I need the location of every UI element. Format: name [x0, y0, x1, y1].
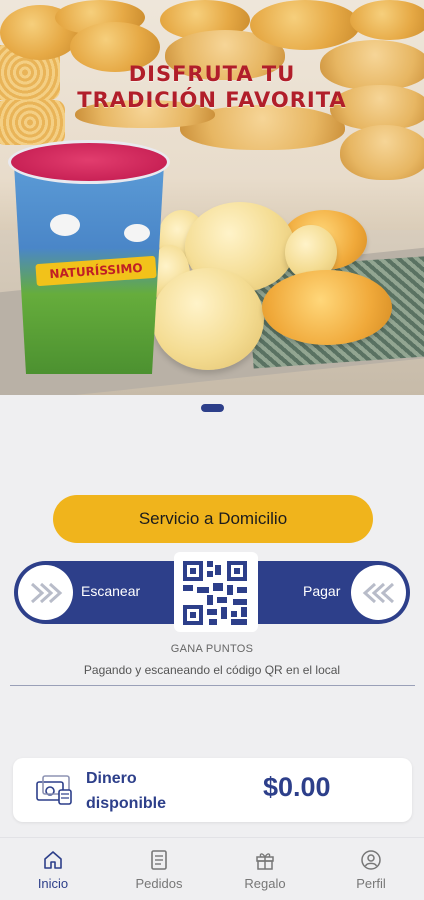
promo-banner[interactable]: NATURÍSSIMO DISFRUTA TU TRADICIÓN FAVORI… [0, 0, 424, 395]
wallet-amount: $0.00 [263, 772, 331, 802]
points-title: GANA PUNTOS [170, 643, 254, 655]
profile-icon [361, 850, 381, 870]
nav-item-pedidos[interactable]: Pedidos [106, 838, 212, 900]
double-chevron-left-icon [351, 565, 406, 620]
nav-label-perfil: Perfil [356, 876, 386, 891]
cup-cloud [124, 224, 150, 242]
banner-headline-line1: DISFRUTA TU [128, 62, 296, 86]
points-subtitle: Pagando y escaneando el código QR en el … [83, 663, 341, 677]
double-chevron-right-icon [18, 565, 73, 620]
banner-empanada [340, 125, 424, 180]
gift-icon [256, 853, 274, 870]
juice-cup: NATURÍSSIMO [8, 140, 170, 376]
delivery-button[interactable]: Servicio a Domicilio [53, 495, 373, 543]
nav-label-regalo: Regalo [244, 876, 286, 891]
banner-arepa [262, 270, 392, 345]
banner-headline-line2: TRADICIÓN FAVORITA [77, 88, 347, 112]
pay-button[interactable]: Pagar [258, 561, 410, 624]
cup-brand-logo: NATURÍSSIMO [35, 255, 157, 287]
scan-label: Escanear [81, 583, 141, 599]
qr-code-button[interactable] [174, 552, 258, 632]
cup-lid [8, 140, 170, 184]
banner-pastry [250, 0, 360, 50]
wallet-label: Dinero disponible [86, 770, 166, 812]
cup-cloud [50, 214, 80, 236]
carousel-indicator[interactable] [201, 404, 224, 412]
bottom-nav: Inicio Pedidos Regalo Perfil [0, 837, 424, 900]
wallet-card[interactable]: Dinero disponible $0.00 [13, 758, 412, 822]
orders-icon [151, 850, 167, 870]
scan-button[interactable]: Escanear [14, 561, 174, 624]
money-icon [36, 775, 72, 805]
cup-body: NATURÍSSIMO [14, 164, 164, 374]
nav-label-pedidos: Pedidos [135, 876, 183, 891]
nav-item-inicio[interactable]: Inicio [0, 838, 106, 900]
home-icon [44, 851, 62, 869]
divider [10, 685, 415, 686]
nav-item-perfil[interactable]: Perfil [318, 838, 424, 900]
pay-label: Pagar [303, 583, 341, 599]
banner-pastry [350, 0, 424, 40]
qr-code-icon [183, 561, 247, 625]
nav-label-inicio: Inicio [37, 876, 69, 891]
nav-item-regalo[interactable]: Regalo [212, 838, 318, 900]
